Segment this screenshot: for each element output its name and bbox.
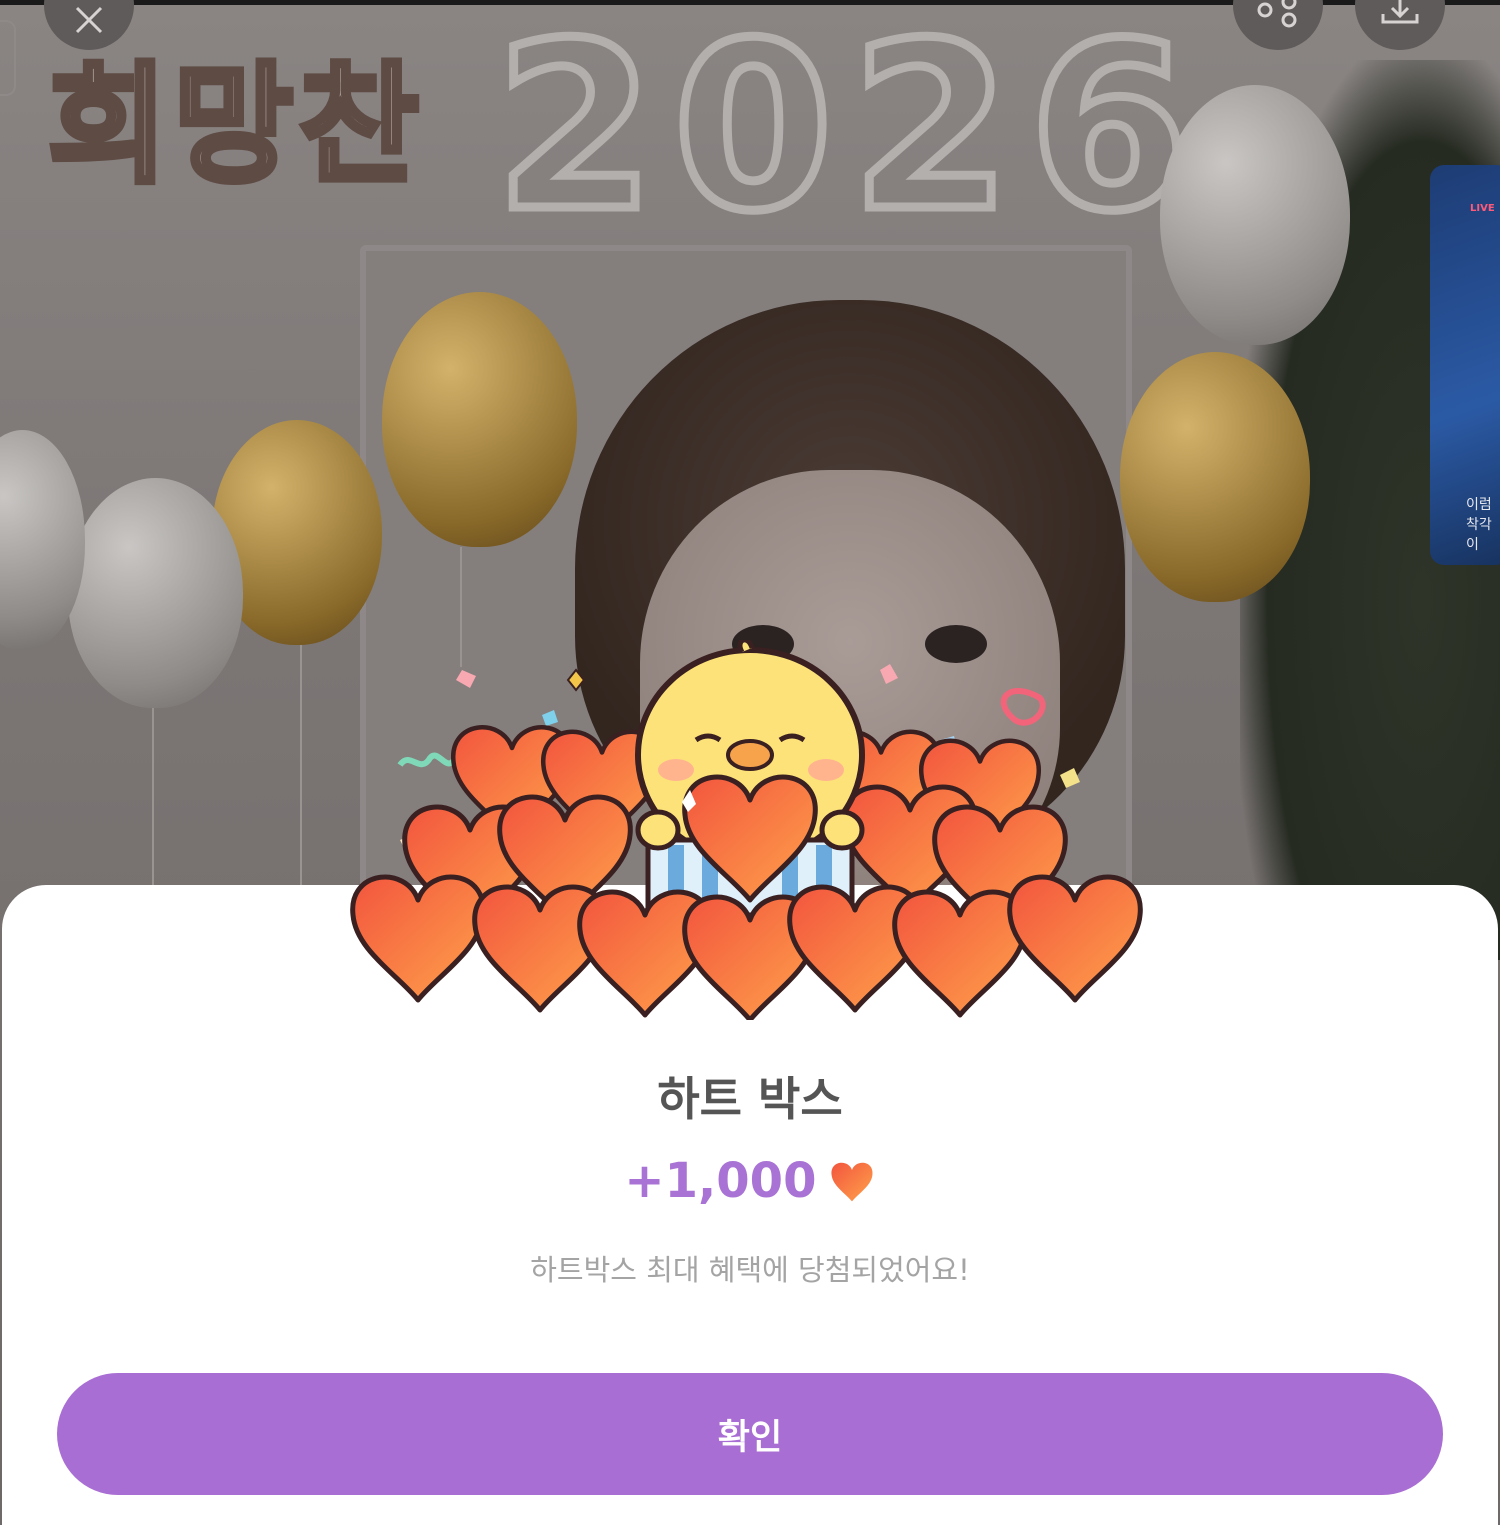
left-edge-handle [0,20,16,96]
confetti [1060,768,1080,788]
confetti [456,670,476,688]
live-badge: LIVE [1470,203,1495,214]
heart-box-illustration [350,640,1150,1020]
heart-icon [831,1162,873,1202]
balloon-string [300,645,302,885]
download-button[interactable] [1355,0,1445,50]
gold-balloon [1120,352,1310,602]
sparkle-icon [566,668,586,692]
confetti-ribbon [397,752,457,768]
confetti [542,710,558,726]
reward-description: 하트박스 최대 혜택에 당첨되었어요! [530,1253,970,1287]
share-button[interactable] [1233,0,1323,50]
reward-amount: +1,000 [624,1153,817,1209]
close-icon [75,6,103,34]
gold-balloon [382,292,577,547]
side-card-caption: 이럼 착각이 [1466,497,1492,553]
white-balloon [68,478,243,708]
confetti [880,664,898,684]
confetti-ribbon [1000,688,1046,726]
share-icon [1257,0,1297,28]
balloon-string [152,708,154,888]
reward-amount-row: +1,000 [0,1153,1500,1209]
confirm-button[interactable]: 확인 [57,1373,1443,1495]
background-year-text: 2026 [490,0,1208,267]
download-icon [1381,0,1419,24]
background-banner-text: 희망찬 [45,46,425,204]
white-balloon [1160,85,1350,345]
reward-title: 하트 박스 [657,1072,843,1126]
